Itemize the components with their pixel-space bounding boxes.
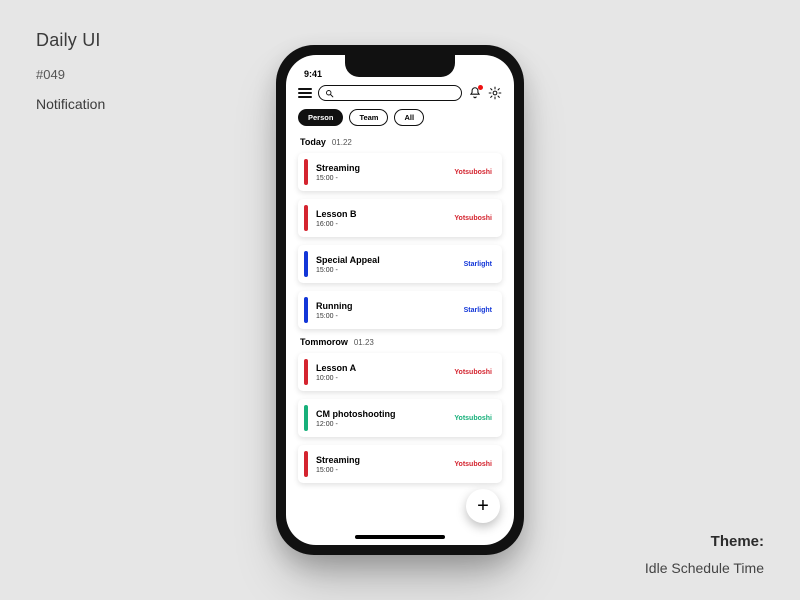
section-header: Tommorow 01.23 xyxy=(300,337,502,347)
section-label: Today xyxy=(300,137,326,147)
phone-device: 9:41 xyxy=(276,45,524,555)
schedule-card[interactable]: CM photoshooting 12:00 - Yotsuboshi xyxy=(298,399,502,437)
phone-screen: 9:41 xyxy=(286,55,514,545)
filter-team[interactable]: Team xyxy=(349,109,388,126)
section-label: Tommorow xyxy=(300,337,348,347)
schedule-list[interactable]: Today 01.22 Streaming 15:00 - Yotsuboshi… xyxy=(286,131,514,545)
card-stripe xyxy=(304,405,308,431)
card-tag: Starlight xyxy=(464,261,492,268)
schedule-card[interactable]: Lesson A 10:00 - Yotsuboshi xyxy=(298,353,502,391)
project-name: Daily UI xyxy=(36,30,105,51)
theme-value: Idle Schedule Time xyxy=(645,560,764,576)
card-stripe xyxy=(304,297,308,323)
section-date: 01.23 xyxy=(354,338,374,347)
card-tag: Yotsuboshi xyxy=(454,369,492,376)
schedule-card[interactable]: Running 15:00 - Starlight xyxy=(298,291,502,329)
card-stripe xyxy=(304,451,308,477)
add-button[interactable]: + xyxy=(466,489,500,523)
page-meta: Daily UI #049 Notification xyxy=(36,30,105,112)
settings-icon[interactable] xyxy=(488,86,502,100)
schedule-card[interactable]: Streaming 15:00 - Yotsuboshi xyxy=(298,153,502,191)
notification-icon[interactable] xyxy=(468,86,482,100)
filter-bar: Person Team All xyxy=(286,107,514,132)
phone-notch xyxy=(345,55,455,77)
home-indicator xyxy=(355,535,445,539)
search-input[interactable] xyxy=(318,85,462,101)
card-time: 12:00 - xyxy=(316,421,395,428)
card-time: 15:00 - xyxy=(316,267,380,274)
card-time: 15:00 - xyxy=(316,313,353,320)
theme-block: Theme: Idle Schedule Time xyxy=(645,533,764,576)
card-title: Running xyxy=(316,301,353,311)
card-stripe xyxy=(304,159,308,185)
card-tag: Starlight xyxy=(464,307,492,314)
card-stripe xyxy=(304,251,308,277)
challenge-name: Notification xyxy=(36,96,105,112)
card-tag: Yotsuboshi xyxy=(454,215,492,222)
card-title: Lesson A xyxy=(316,363,356,373)
search-icon xyxy=(325,89,334,98)
card-tag: Yotsuboshi xyxy=(454,461,492,468)
card-stripe xyxy=(304,359,308,385)
card-title: Lesson B xyxy=(316,209,357,219)
filter-all[interactable]: All xyxy=(394,109,424,126)
card-stripe xyxy=(304,205,308,231)
challenge-number: #049 xyxy=(36,67,105,82)
section-header: Today 01.22 xyxy=(300,137,502,147)
filter-person[interactable]: Person xyxy=(298,109,343,126)
theme-label: Theme: xyxy=(645,533,764,550)
menu-icon[interactable] xyxy=(298,88,312,98)
card-title: Special Appeal xyxy=(316,255,380,265)
card-time: 16:00 - xyxy=(316,221,357,228)
card-tag: Yotsuboshi xyxy=(454,415,492,422)
schedule-card[interactable]: Special Appeal 15:00 - Starlight xyxy=(298,245,502,283)
card-title: CM photoshooting xyxy=(316,409,395,419)
card-title: Streaming xyxy=(316,163,360,173)
card-time: 15:00 - xyxy=(316,467,360,474)
notification-dot-icon xyxy=(478,85,483,90)
card-time: 10:00 - xyxy=(316,375,356,382)
schedule-card[interactable]: Lesson B 16:00 - Yotsuboshi xyxy=(298,199,502,237)
status-time: 9:41 xyxy=(304,69,322,79)
card-title: Streaming xyxy=(316,455,360,465)
card-time: 15:00 - xyxy=(316,175,360,182)
card-tag: Yotsuboshi xyxy=(454,169,492,176)
app-toolbar xyxy=(286,81,514,107)
schedule-card[interactable]: Streaming 15:00 - Yotsuboshi xyxy=(298,445,502,483)
section-date: 01.22 xyxy=(332,138,352,147)
